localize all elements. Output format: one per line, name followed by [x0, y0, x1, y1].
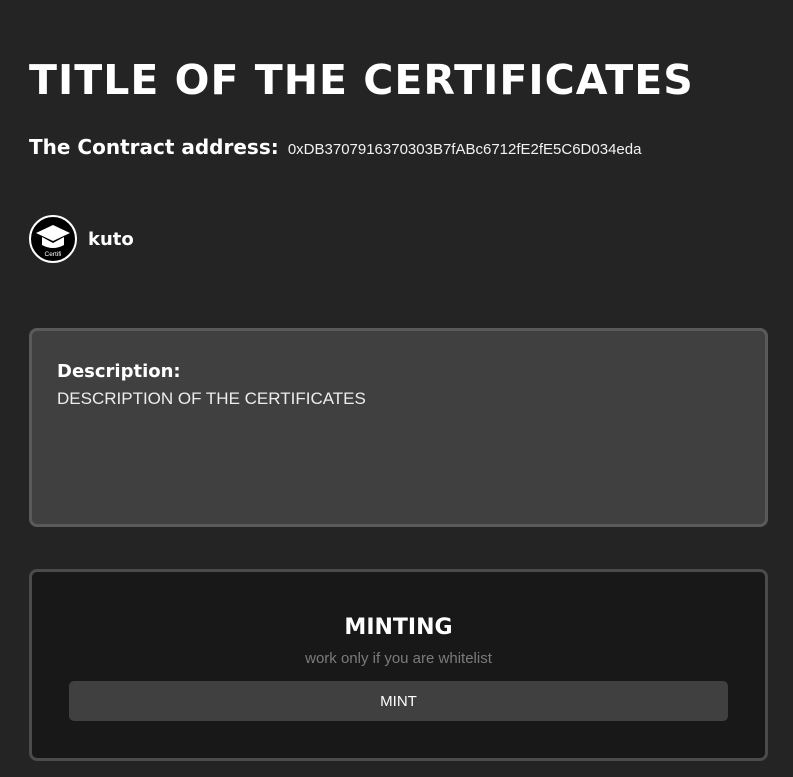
contract-address-row: The Contract address: 0xDB3707916370303B…	[29, 134, 641, 163]
minting-title: MINTING	[344, 615, 453, 640]
svg-text:Certifi: Certifi	[45, 251, 62, 258]
avatar[interactable]: Certifi	[29, 215, 77, 263]
description-panel: Description: DESCRIPTION OF THE CERTIFIC…	[29, 328, 768, 527]
creator-profile[interactable]: Certifi kuto	[29, 215, 134, 263]
description-label: Description:	[57, 361, 181, 382]
creator-name[interactable]: kuto	[88, 229, 134, 250]
page-title: TITLE OF THE CERTIFICATES	[29, 56, 694, 104]
mint-button[interactable]: MINT	[69, 681, 728, 721]
minting-panel: MINTING work only if you are whitelist M…	[29, 569, 768, 761]
minting-subtitle: work only if you are whitelist	[305, 650, 492, 667]
certifi-logo-icon: Certifi	[36, 225, 70, 258]
contract-address-value[interactable]: 0xDB3707916370303B7fABc6712fE2fE5C6D034e…	[288, 141, 642, 158]
description-text: DESCRIPTION OF THE CERTIFICATES	[57, 389, 366, 408]
contract-address-label: The Contract address:	[29, 135, 279, 159]
